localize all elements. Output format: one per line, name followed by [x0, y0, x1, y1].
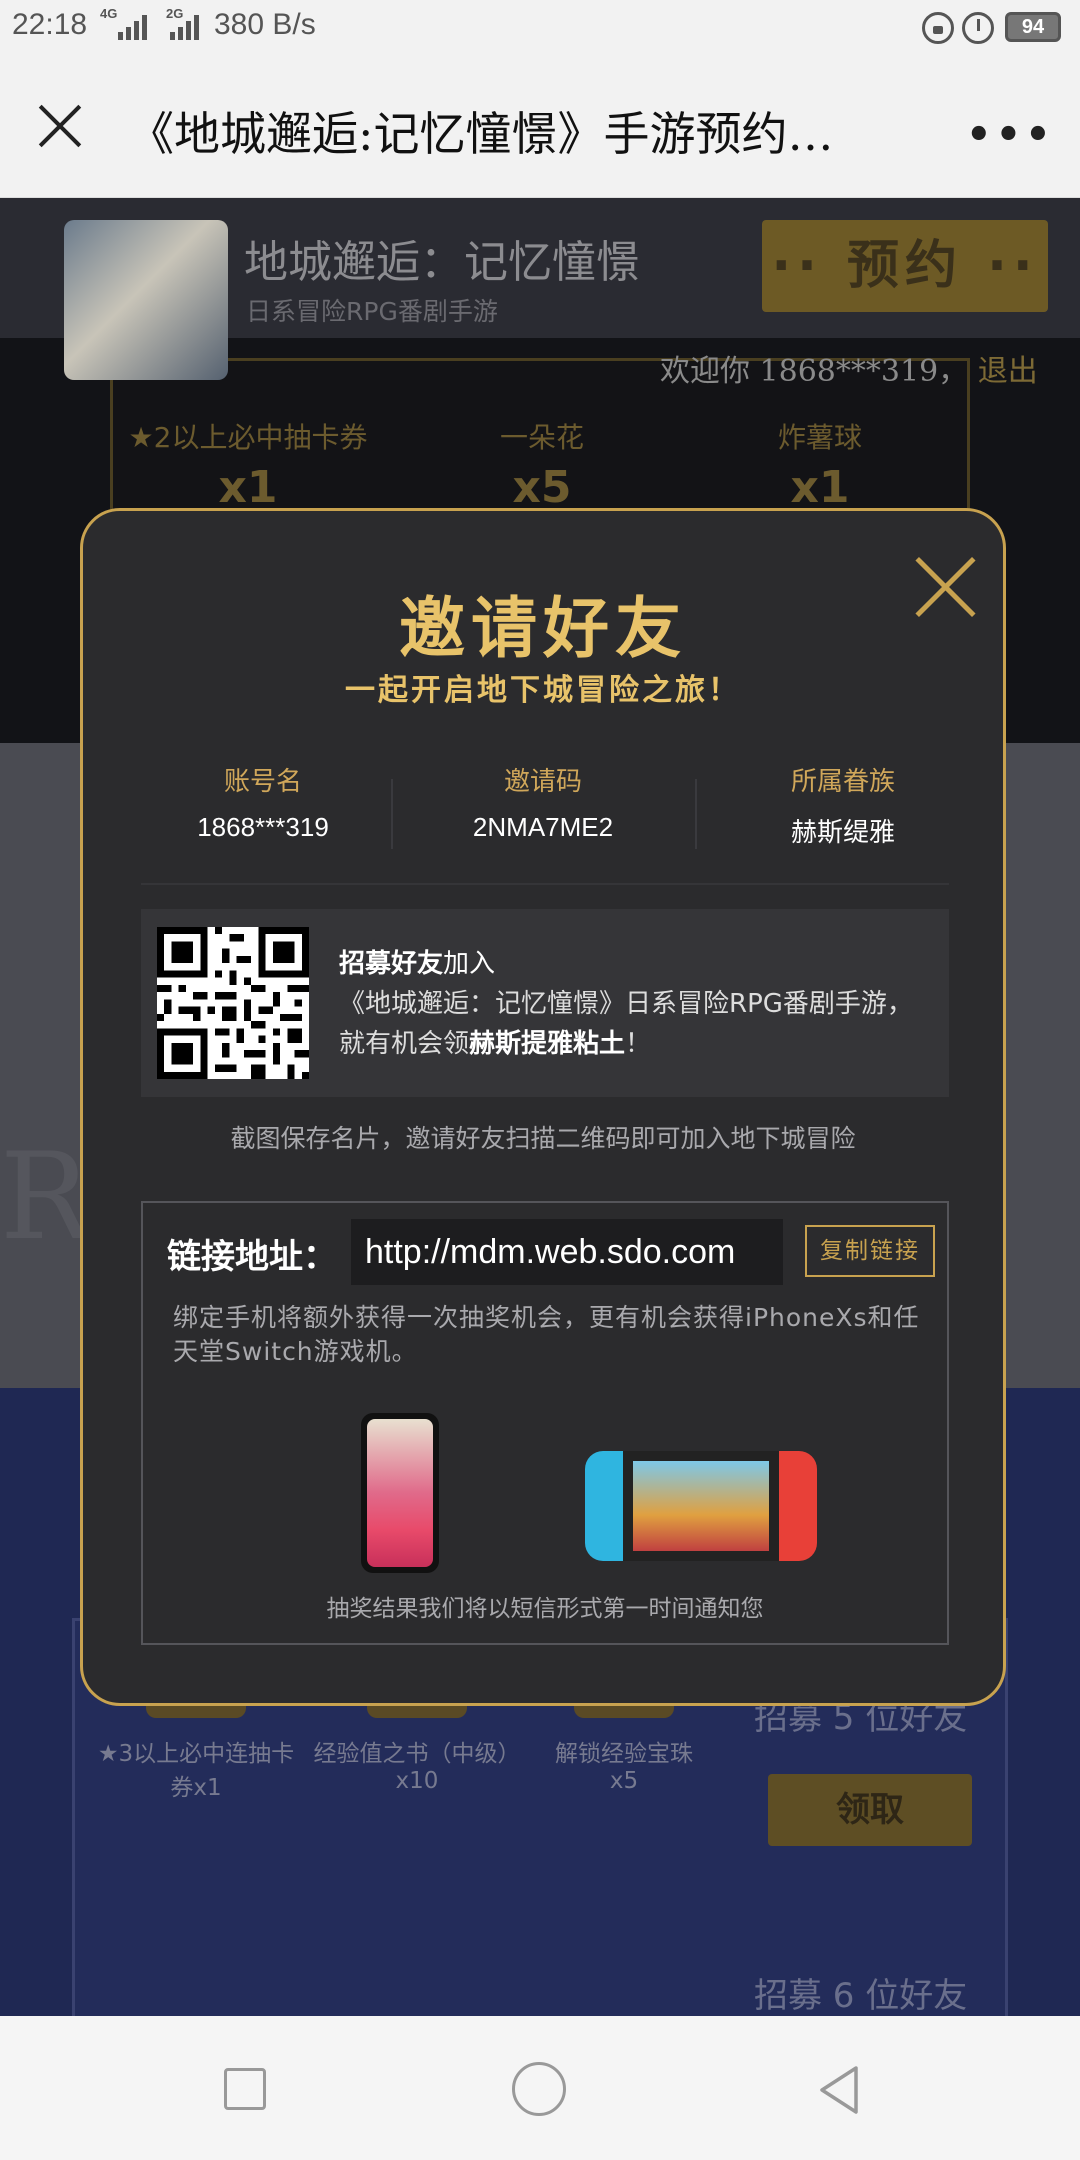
- status-time: 22:18: [12, 8, 88, 41]
- game-subtitle: 日系冒险RPG番剧手游: [246, 297, 498, 326]
- link-label: 链接地址：: [167, 1237, 337, 1277]
- recruit-text: ！: [625, 1029, 652, 1059]
- info-label: 账号名: [223, 767, 302, 797]
- switch-console-image: [585, 1451, 817, 1561]
- modal-title: 邀请好友: [399, 590, 687, 667]
- link-address-field[interactable]: http://mdm.web.sdo.com: [351, 1219, 783, 1285]
- close-icon[interactable]: [30, 96, 90, 156]
- recruit-6-text: 招募 6 位好友: [754, 1976, 968, 2016]
- prize-name: 炸薯球: [777, 421, 862, 454]
- info-value: 1868***319: [197, 812, 329, 842]
- game-avatar-image: [64, 220, 228, 380]
- info-label: 邀请码: [503, 767, 582, 797]
- link-section: 链接地址： http://mdm.web.sdo.com 复制链接 绑定手机将额…: [141, 1201, 949, 1645]
- recruit-line-2: 《地城邂逅：记忆憧憬》日系冒险RPG番剧手游，: [339, 989, 913, 1019]
- claim-button[interactable]: 领取: [768, 1774, 972, 1846]
- welcome-prefix: 欢迎你: [660, 354, 750, 389]
- data-rate: 380 B/s: [214, 8, 316, 41]
- familia: 所属眷族 赫斯缇雅: [693, 761, 993, 849]
- reward-count: x10: [395, 1768, 439, 1794]
- prize-count: x1: [218, 462, 278, 513]
- recruit-line-1: 招募好友加入: [339, 943, 495, 980]
- bind-phone-description: 绑定手机将额外获得一次抽奖机会，更有机会获得iPhoneXs和任天堂Switch…: [173, 1303, 920, 1366]
- page-title: 《地城邂逅:记忆憧憬》手游预约…: [128, 107, 834, 161]
- alarm-icon: [962, 12, 994, 44]
- iphone-image: [361, 1413, 439, 1573]
- reward-name: 解锁经验宝珠: [555, 1741, 693, 1767]
- game-name: 地城邂逅：记忆憧憬: [244, 237, 640, 288]
- network-type-1: 4G: [100, 6, 118, 21]
- status-bar: 22:18 4G 2G 380 B/s 94: [0, 0, 1080, 54]
- prize-item: ★2以上必中抽卡券 x1: [118, 416, 378, 513]
- logout-link[interactable]: 退出: [978, 354, 1038, 389]
- welcome-user: 1868***319，: [759, 354, 969, 389]
- prize-item: 炸薯球 x1: [690, 416, 950, 513]
- prize-name: ★2以上必中抽卡券: [128, 421, 368, 454]
- recruit-line-3: 就有机会领赫斯提雅粘土！: [339, 1023, 651, 1060]
- recent-apps-icon[interactable]: [224, 2068, 266, 2110]
- account-name: 账号名 1868***319: [113, 761, 413, 843]
- reward-name: ★3以上必中连抽卡券x1: [97, 1741, 295, 1801]
- prize-count: x5: [512, 462, 572, 513]
- save-tip-text: 截图保存名片，邀请好友扫描二维码即可加入地下城冒险: [230, 1124, 856, 1153]
- modal-subtitle: 一起开启地下城冒险之旅！: [345, 673, 741, 708]
- welcome-text: 欢迎你 1868***319， 退出: [660, 346, 1038, 390]
- browser-title-bar: 《地城邂逅:记忆憧憬》手游预约… •••: [0, 54, 1080, 198]
- qr-code: [157, 927, 309, 1079]
- more-options-button[interactable]: •••: [966, 112, 1055, 158]
- prize-item: 一朵花 x5: [412, 416, 672, 513]
- signal-icon: [170, 14, 199, 40]
- recruit-text: 就有机会领: [339, 1029, 470, 1059]
- recruit-text: 加入: [443, 949, 496, 979]
- reserve-button[interactable]: ·· 预约 ··: [762, 220, 1048, 312]
- back-icon[interactable]: [810, 2060, 870, 2120]
- battery-icon: 94: [1005, 12, 1061, 42]
- reward-count: x5: [609, 1768, 639, 1794]
- prize-count: x1: [790, 462, 850, 513]
- recruit-card: 招募好友加入 《地城邂逅：记忆憧憬》日系冒险RPG番剧手游， 就有机会领赫斯提雅…: [141, 909, 949, 1097]
- home-icon[interactable]: [512, 2062, 566, 2116]
- recruit-bold-text: 招募好友: [339, 949, 444, 979]
- info-value: 赫斯缇雅: [790, 818, 895, 848]
- copy-link-button[interactable]: 复制链接: [805, 1225, 935, 1277]
- lottery-result-tip: 抽奖结果我们将以短信形式第一时间通知您: [326, 1596, 764, 1622]
- info-value: 2NMA7ME2: [472, 812, 614, 842]
- prize-name: 一朵花: [499, 421, 584, 454]
- signal-icon: [118, 14, 147, 40]
- invite-friends-modal: 邀请好友 一起开启地下城冒险之旅！ 账号名 1868***319 邀请码 2NM…: [80, 508, 1006, 1706]
- system-navigation-bar: [0, 2016, 1080, 2160]
- invite-code: 邀请码 2NMA7ME2: [393, 761, 693, 843]
- recruit-bold-text: 赫斯提雅粘土: [469, 1029, 626, 1059]
- info-label: 所属眷族: [790, 767, 895, 797]
- lock-rotation-icon: [922, 12, 954, 44]
- reward-name: 经验值之书（中级）: [313, 1741, 521, 1767]
- divider: [141, 883, 949, 885]
